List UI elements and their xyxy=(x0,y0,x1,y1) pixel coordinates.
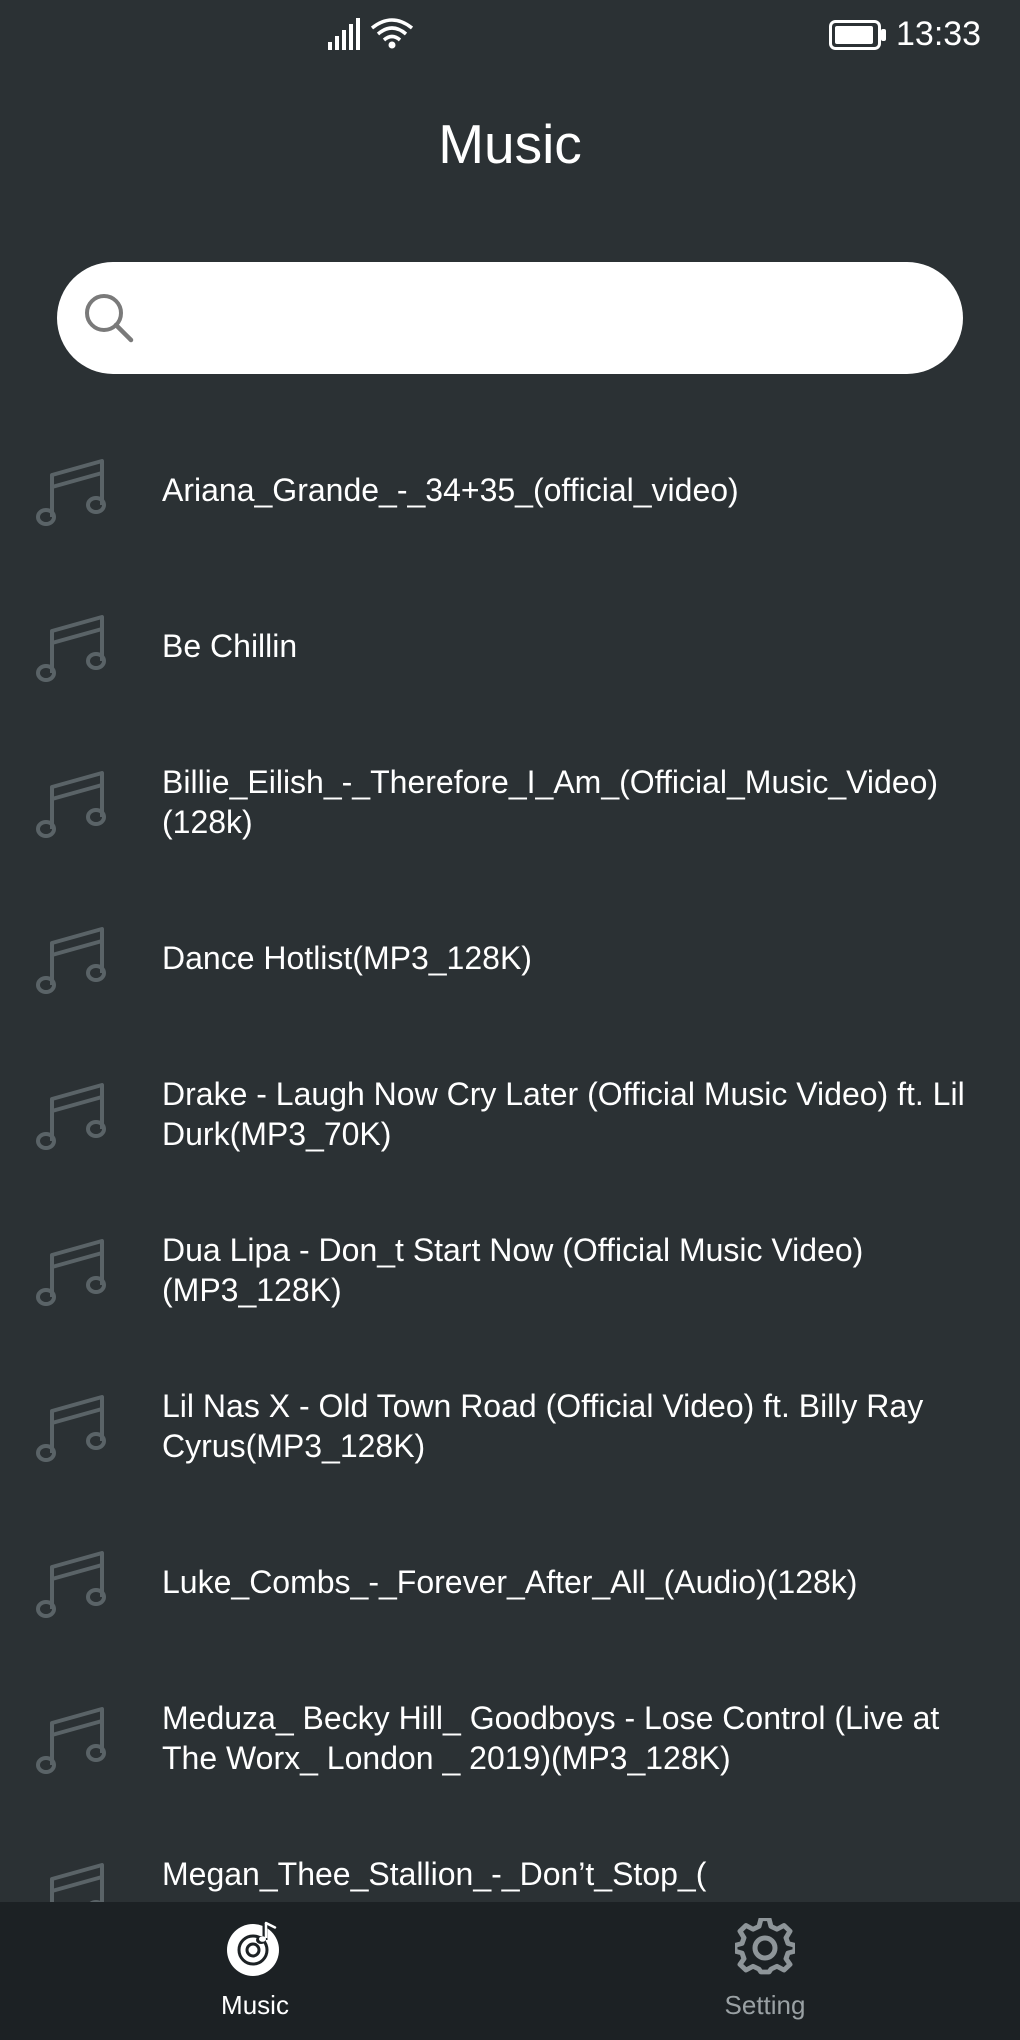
music-note-icon xyxy=(36,1239,106,1306)
song-title: Billie_Eilish_-_Therefore_I_Am_(Official… xyxy=(162,764,939,840)
song-title: Ariana_Grande_-_34+35_(official_video) xyxy=(162,472,739,508)
song-item[interactable]: Megan_Thee_Stallion_-_Don’t_Stop_( xyxy=(0,1815,1020,1902)
song-item[interactable]: Luke_Combs_-_Forever_After_All_(Audio)(1… xyxy=(0,1503,1020,1659)
music-note-icon xyxy=(36,1395,106,1462)
song-item[interactable]: Dance Hotlist(MP3_128K) xyxy=(0,879,1020,1035)
nav-tab-setting[interactable]: Setting xyxy=(665,1902,865,2040)
music-note-icon xyxy=(36,1551,106,1618)
music-note-icon xyxy=(36,459,106,526)
song-title: Be Chillin xyxy=(162,628,298,664)
nav-tab-music[interactable]: Music xyxy=(155,1902,355,2040)
song-item[interactable]: Drake - Laugh Now Cry Later (Official Mu… xyxy=(0,1035,1020,1191)
music-note-icon xyxy=(36,927,106,994)
music-note-icon xyxy=(36,615,106,682)
song-title: Meduza_ Becky Hill_ Goodboys - Lose Cont… xyxy=(162,1700,940,1776)
song-list: Ariana_Grande_-_34+35_(official_video) B… xyxy=(0,0,1020,1902)
song-item[interactable]: Lil Nas X - Old Town Road (Official Vide… xyxy=(0,1347,1020,1503)
music-note-icon xyxy=(36,1707,106,1774)
music-note-icon xyxy=(36,1083,106,1150)
song-title: Drake - Laugh Now Cry Later (Official Mu… xyxy=(162,1076,965,1152)
music-note-icon xyxy=(36,771,106,838)
nav-label-music: Music xyxy=(221,1990,289,2020)
music-note-icon xyxy=(50,1863,104,1902)
song-item[interactable]: Ariana_Grande_-_34+35_(official_video) xyxy=(0,411,1020,567)
song-title: Dance Hotlist(MP3_128K) xyxy=(162,940,532,976)
song-title: Dua Lipa - Don_t Start Now (Official Mus… xyxy=(162,1232,864,1308)
song-title: Megan_Thee_Stallion_-_Don’t_Stop_( xyxy=(162,1856,707,1892)
bottom-nav: Music Setting xyxy=(0,1902,1020,2040)
gear-icon xyxy=(735,1918,795,1975)
song-item[interactable]: Be Chillin xyxy=(0,567,1020,723)
song-item[interactable]: Dua Lipa - Don_t Start Now (Official Mus… xyxy=(0,1191,1020,1347)
music-disc-icon xyxy=(227,1919,280,1976)
nav-label-setting: Setting xyxy=(724,1990,806,2020)
song-title: Lil Nas X - Old Town Road (Official Vide… xyxy=(162,1388,924,1464)
song-item[interactable]: Billie_Eilish_-_Therefore_I_Am_(Official… xyxy=(0,723,1020,879)
song-item[interactable]: Meduza_ Becky Hill_ Goodboys - Lose Cont… xyxy=(0,1659,1020,1815)
song-title: Luke_Combs_-_Forever_After_All_(Audio)(1… xyxy=(162,1564,858,1600)
